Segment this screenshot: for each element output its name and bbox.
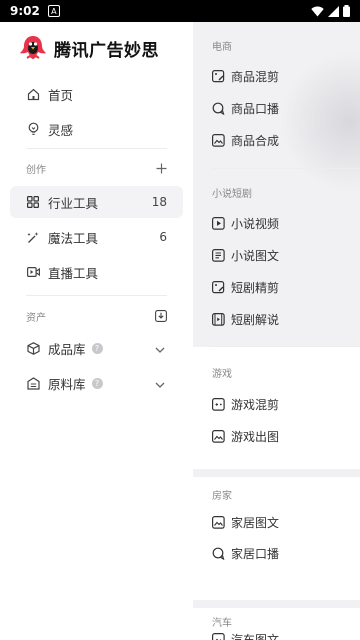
grid-icon bbox=[26, 195, 40, 209]
create-header-label: 创作 bbox=[26, 164, 46, 176]
image-edit-icon bbox=[212, 69, 225, 83]
warehouse-icon bbox=[26, 376, 40, 390]
category-ecommerce: 电商 商品混剪 商品口播 商品合成 bbox=[193, 22, 360, 167]
tool-label: 商品口播 bbox=[231, 101, 280, 116]
add-icon[interactable] bbox=[156, 163, 167, 174]
tool-item[interactable]: 商品合成 bbox=[212, 130, 279, 150]
tool-label: 家居图文 bbox=[231, 515, 280, 530]
category-home: 房家 家居图文 家居口播 bbox=[193, 477, 360, 600]
magic-tools-count: 6 bbox=[159, 230, 167, 244]
battery-icon bbox=[343, 5, 350, 17]
nav-material-library[interactable]: 原料库 ? bbox=[10, 367, 183, 399]
signal-icon bbox=[328, 5, 339, 17]
tool-item[interactable]: 小说视频 bbox=[212, 213, 279, 233]
nav-inspiration-label: 灵感 bbox=[48, 122, 74, 138]
brand[interactable]: 腾讯广告妙思 bbox=[18, 30, 159, 66]
nav-home-label: 首页 bbox=[48, 87, 74, 103]
nav-industry-tools[interactable]: 行业工具 18 bbox=[10, 186, 183, 218]
live-video-icon bbox=[26, 265, 40, 279]
industry-tools-count: 18 bbox=[151, 195, 167, 209]
nav-product-library-label: 成品库 bbox=[48, 341, 86, 357]
image-generate-icon bbox=[212, 429, 225, 443]
divider bbox=[26, 295, 167, 296]
nav-home[interactable]: 首页 bbox=[10, 78, 183, 110]
category-title: 小说短剧 bbox=[212, 189, 252, 200]
tool-label: 游戏出图 bbox=[231, 429, 280, 444]
main-panel: 电商 商品混剪 商品口播 商品合成 小说短剧 小说视频 小说图文 短剧精剪 短剧… bbox=[193, 22, 360, 640]
image-text-icon bbox=[212, 632, 225, 640]
create-section-header: 创作 bbox=[26, 160, 167, 176]
notification-icon: A bbox=[47, 5, 60, 17]
category-title: 房家 bbox=[212, 491, 232, 502]
gamepad-icon bbox=[212, 397, 225, 411]
tool-item[interactable]: 游戏混剪 bbox=[212, 394, 279, 414]
nav-material-library-label: 原料库 bbox=[48, 376, 86, 392]
play-video-icon bbox=[212, 216, 225, 230]
help-icon[interactable]: ? bbox=[91, 342, 103, 354]
tool-label: 小说视频 bbox=[231, 216, 280, 231]
tool-label: 小说图文 bbox=[231, 248, 280, 263]
penguin-logo-icon bbox=[20, 36, 46, 60]
image-compose-icon bbox=[212, 133, 225, 147]
magic-wand-icon bbox=[26, 230, 40, 244]
nav-live-tools-label: 直播工具 bbox=[48, 265, 99, 281]
nav-industry-tools-label: 行业工具 bbox=[48, 195, 99, 211]
import-icon[interactable] bbox=[155, 310, 167, 322]
category-auto: 汽车 汽车图文 bbox=[193, 608, 360, 640]
film-icon bbox=[212, 312, 225, 326]
nav-inspiration[interactable]: 灵感 bbox=[10, 113, 183, 145]
tool-item[interactable]: 游戏出图 bbox=[212, 426, 279, 446]
category-title: 汽车 bbox=[212, 618, 232, 629]
status-bar: 9:02 A bbox=[0, 0, 360, 22]
chevron-down-icon[interactable] bbox=[155, 376, 165, 391]
help-icon[interactable]: ? bbox=[91, 377, 103, 389]
tool-item[interactable]: 商品口播 bbox=[212, 98, 279, 118]
clip-edit-icon bbox=[212, 280, 225, 294]
tool-label: 短剧解说 bbox=[231, 312, 280, 327]
speech-icon bbox=[212, 102, 225, 115]
cube-icon bbox=[26, 341, 40, 355]
tool-label: 短剧精剪 bbox=[231, 280, 280, 295]
tool-item[interactable]: 家居口播 bbox=[212, 543, 279, 563]
text-image-icon bbox=[212, 248, 225, 262]
tool-label: 商品合成 bbox=[231, 133, 280, 148]
assets-header-label: 资产 bbox=[26, 312, 46, 324]
nav-magic-tools-label: 魔法工具 bbox=[48, 230, 99, 246]
tool-item[interactable]: 汽车图文 bbox=[212, 629, 279, 640]
sidebar: 腾讯广告妙思 首页 灵感 创作 行业工具 18 魔法工具 6 直播工具 资产 成… bbox=[0, 22, 193, 640]
chevron-down-icon[interactable] bbox=[155, 341, 165, 356]
tool-item[interactable]: 短剧解说 bbox=[212, 309, 279, 329]
category-game: 游戏 游戏混剪 游戏出图 bbox=[193, 347, 360, 469]
tool-label: 家居口播 bbox=[231, 546, 280, 561]
category-title: 游戏 bbox=[212, 369, 232, 380]
tool-label: 游戏混剪 bbox=[231, 397, 280, 412]
assets-section-header: 资产 bbox=[26, 308, 167, 324]
tool-item[interactable]: 商品混剪 bbox=[212, 66, 279, 86]
category-novel-drama: 小说短剧 小说视频 小说图文 短剧精剪 短剧解说 bbox=[193, 169, 360, 364]
brand-name: 腾讯广告妙思 bbox=[54, 40, 159, 61]
divider bbox=[26, 148, 167, 149]
nav-product-library[interactable]: 成品库 ? bbox=[10, 332, 183, 364]
image-text-icon bbox=[212, 515, 225, 529]
status-icons bbox=[311, 5, 350, 17]
lightbulb-icon bbox=[26, 122, 40, 136]
speech-icon bbox=[212, 547, 225, 560]
tool-item[interactable]: 家居图文 bbox=[212, 512, 279, 532]
nav-magic-tools[interactable]: 魔法工具 6 bbox=[10, 221, 183, 253]
tool-label: 商品混剪 bbox=[231, 69, 280, 84]
category-title: 电商 bbox=[212, 42, 232, 53]
nav-live-tools[interactable]: 直播工具 bbox=[10, 256, 183, 288]
wifi-icon bbox=[311, 6, 324, 16]
home-icon bbox=[26, 87, 40, 101]
tool-label: 汽车图文 bbox=[231, 632, 280, 640]
tool-item[interactable]: 短剧精剪 bbox=[212, 277, 279, 297]
status-time: 9:02 bbox=[10, 4, 40, 18]
tool-item[interactable]: 小说图文 bbox=[212, 245, 279, 265]
